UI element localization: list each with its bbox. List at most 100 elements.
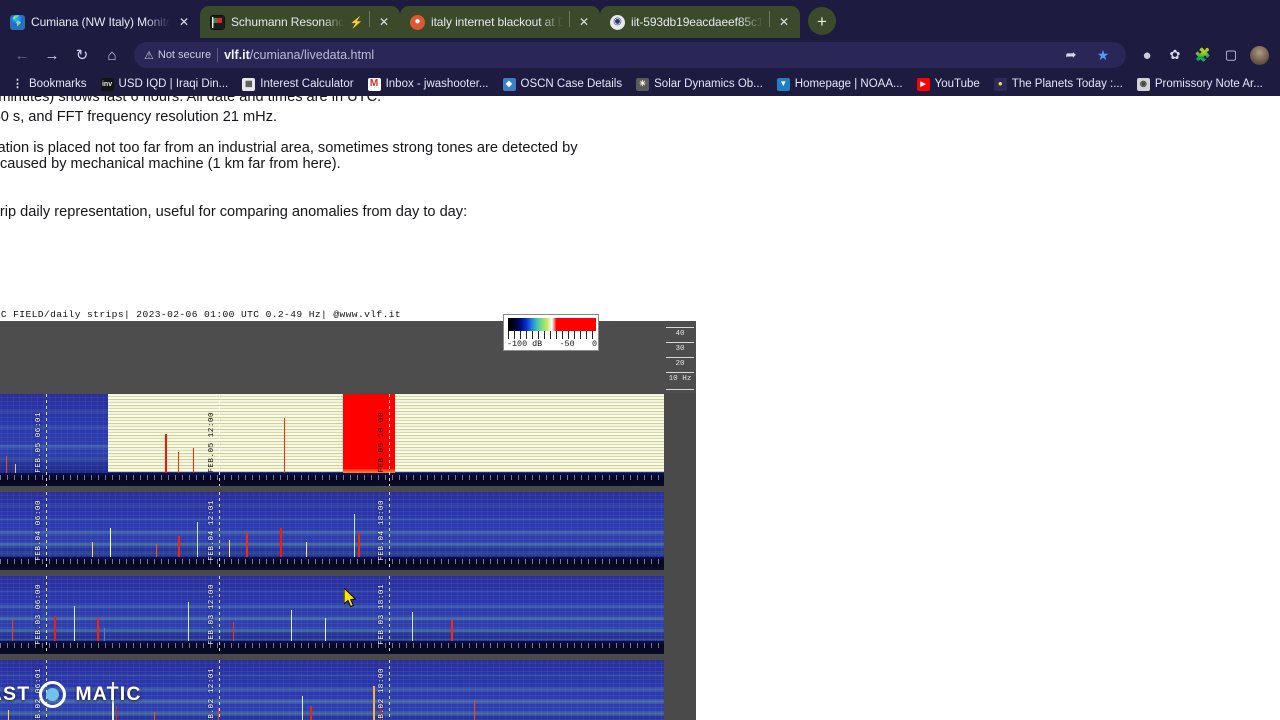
globe-icon: ◉ (610, 14, 625, 30)
reload-icon[interactable]: ↻ (68, 41, 96, 69)
watermark-line2: SCREENCAST MATIC (0, 681, 142, 708)
security-label: Not secure (157, 49, 212, 61)
bookmark-item-4[interactable]: ◆ OSCN Case Details (496, 76, 630, 93)
warning-triangle-icon: ⚠ (144, 49, 154, 62)
bookmark-item-0[interactable]: ⋮ Bookmarks (4, 76, 94, 93)
tab-title: italy internet blackout at DuckDu (431, 15, 564, 29)
noaa-icon: ▼ (776, 77, 790, 91)
security-status[interactable]: ⚠ Not secure (144, 49, 211, 62)
duckduckgo-icon: ● (410, 14, 425, 30)
url-host: vlf.it (224, 48, 250, 62)
tab-title: Schumann Resonance Today (231, 15, 344, 29)
bookmark-label: Inbox - jwashooter... (385, 78, 489, 90)
freq-label-40: 40 (675, 330, 685, 338)
youtube-icon: ▶ (916, 77, 930, 91)
mouse-pointer-icon (343, 587, 358, 609)
bookmark-item-6[interactable]: ▼ Homepage | NOAA... (770, 76, 910, 93)
back-arrow-icon[interactable]: ← (8, 41, 36, 69)
url-text: vlf.it/cumiana/livedata.html (224, 48, 374, 62)
freq-label-30: 30 (675, 345, 685, 353)
freq-label-20: 20 (675, 360, 685, 368)
browser-tab-3[interactable]: ● italy internet blackout at DuckDu ✕ (400, 6, 600, 38)
close-tab-icon[interactable]: ✕ (576, 14, 592, 30)
bookmark-item-5[interactable]: ☀ Solar Dynamics Ob... (629, 76, 770, 93)
time-label: FEB.05 06:01 (35, 412, 43, 473)
time-label: FEB.05 12:00 (208, 412, 216, 473)
sidepanel-icon[interactable]: ▢ (1218, 42, 1244, 68)
page-paragraph-3: eophone sensor, caused by mechanical mac… (0, 156, 341, 173)
color-scale-max: 0 (591, 339, 597, 349)
color-scale-legend: -100 dB -50 0 (503, 314, 599, 351)
hour-marker (219, 394, 220, 486)
browser-tab-1[interactable]: 🌎 Cumiana (NW Italy) Monitoring S ✕ (0, 6, 200, 38)
bookmark-label: Homepage | NOAA... (794, 78, 903, 90)
spectrogram-strip-feb04: FEB.04 06:00 FEB.04 12:01 FEB.04 18:00 4… (0, 492, 664, 570)
tab-strip: 🌎 Cumiana (NW Italy) Monitoring S ✕ Schu… (0, 0, 1280, 38)
bookmark-item-1[interactable]: inv USD IQD | Iraqi Din... (94, 76, 236, 93)
browser-chrome: 🌎 Cumiana (NW Italy) Monitoring S ✕ Schu… (0, 0, 1280, 96)
star-icon[interactable]: ★ (1090, 42, 1116, 68)
page-paragraph-0: apture) every 30 minutes) shows last 6 h… (0, 96, 382, 105)
home-icon[interactable]: ⌂ (98, 41, 126, 69)
time-label: FEB.02 18:00 (378, 668, 386, 720)
spectrogram-image: I-Cumiana |ELECTRIC FIELD/daily strips| … (0, 309, 696, 720)
watermark-word1: SCREENCAST (0, 683, 31, 705)
puzzle-piece-icon[interactable]: 🧩 (1190, 42, 1216, 68)
strip-body: FEB.05 06:01 FEB.05 12:00 FEB.05 18:00 (0, 394, 664, 486)
color-scale-min: -100 dB (507, 339, 543, 349)
color-scale-bar (508, 318, 596, 331)
tab-divider (569, 10, 570, 27)
bookmark-item-3[interactable]: M Inbox - jwashooter... (361, 76, 496, 93)
address-bar[interactable]: ⚠ Not secure vlf.it/cumiana/livedata.htm… (134, 42, 1126, 68)
tab-divider (769, 10, 770, 27)
screencast-logo-icon (39, 681, 67, 708)
lightning-icon: ⚡ (349, 16, 364, 29)
calculator-icon: ▦ (242, 77, 256, 91)
page-paragraph-5: ectric filed multistrip daily representa… (0, 203, 468, 220)
new-tab-button[interactable]: + (808, 7, 836, 35)
inv-icon: inv (100, 77, 114, 91)
browser-tab-2[interactable]: Schumann Resonance Today ⚡ ✕ (200, 6, 400, 38)
hour-marker (389, 492, 390, 570)
color-scale-ticks (508, 331, 596, 339)
url-path: /cumiana/livedata.html (249, 48, 375, 62)
low-frequency-band (0, 473, 664, 486)
strip-body: FEB.04 06:00 FEB.04 12:01 FEB.04 18:00 (0, 492, 664, 570)
archive-icon: ◉ (1136, 77, 1150, 91)
planets-icon: ● (993, 77, 1007, 91)
low-frequency-band (0, 641, 664, 654)
bookmark-item-2[interactable]: ▦ Interest Calculator (235, 76, 360, 93)
freq-axis-header: 40 30 20 10 Hz (664, 321, 696, 393)
flag-icon (210, 14, 225, 30)
share-icon[interactable]: ➦ (1058, 42, 1084, 68)
freq-label-10: 10 Hz (668, 375, 692, 383)
strip-body: FEB.03 06:00 FEB.03 12:00 FEB.03 18:01 (0, 576, 664, 654)
hour-marker (219, 660, 220, 720)
lastpass-icon[interactable]: ✿ (1162, 42, 1188, 68)
low-frequency-band (0, 557, 664, 570)
color-scale-mid: -50 (559, 339, 575, 349)
bookmark-item-9[interactable]: ◉ Promissory Note Ar... (1130, 76, 1270, 93)
avatar-icon[interactable] (1246, 42, 1272, 68)
profile-circle-icon[interactable]: ● (1134, 42, 1160, 68)
time-label: FEB.02 12:01 (208, 668, 216, 720)
browser-toolbar: ← → ↻ ⌂ ⚠ Not secure vlf.it/cumiana/live… (0, 38, 1280, 72)
bookmark-label: Interest Calculator (260, 78, 354, 90)
gmail-icon: M (367, 77, 381, 91)
bookmark-label: Promissory Note Ar... (1154, 78, 1263, 90)
time-label: FEB.04 12:01 (208, 500, 216, 561)
time-label: FEB.03 06:00 (35, 584, 43, 645)
close-tab-icon[interactable]: ✕ (176, 14, 192, 30)
browser-tab-4[interactable]: ◉ iit-593db19eacdaeef85c131338f ✕ (600, 6, 800, 38)
time-label: FEB.05 18:00 (378, 412, 386, 473)
omnibox-divider (217, 48, 219, 62)
bookmark-label: The Planets Today :... (1011, 78, 1123, 90)
forward-arrow-icon[interactable]: → (38, 41, 66, 69)
hour-marker (219, 492, 220, 570)
close-tab-icon[interactable]: ✕ (776, 14, 792, 30)
time-label: FEB.04 06:00 (35, 500, 43, 561)
close-tab-icon[interactable]: ✕ (376, 14, 392, 30)
bookmark-label: YouTube (934, 78, 980, 90)
bookmark-item-7[interactable]: ▶ YouTube (910, 76, 987, 93)
bookmark-item-8[interactable]: ● The Planets Today :... (987, 76, 1130, 93)
